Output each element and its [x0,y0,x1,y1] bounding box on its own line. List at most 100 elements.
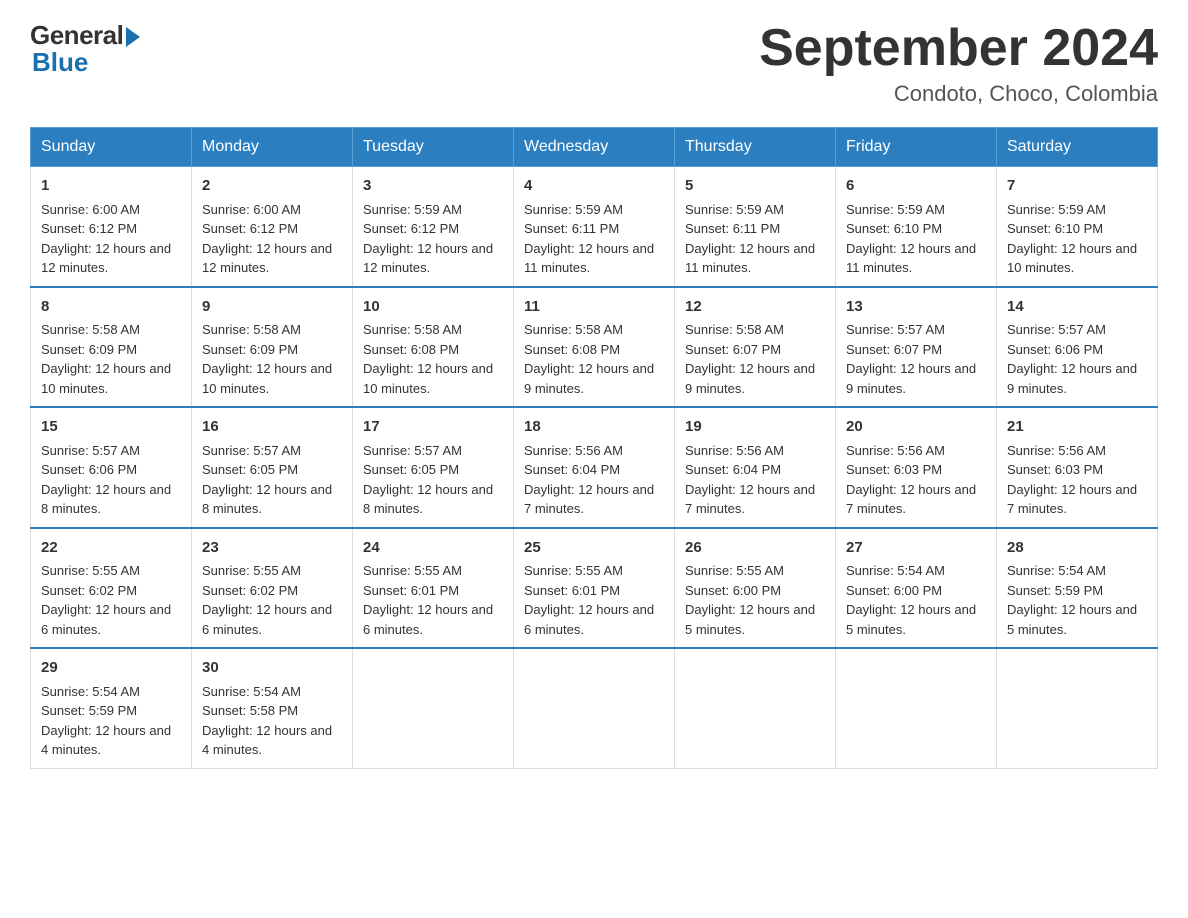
page-header: General Blue September 2024 Condoto, Cho… [30,20,1158,107]
day-number: 28 [1007,537,1147,560]
calendar-cell [836,648,997,768]
day-info: Sunrise: 5:55 AMSunset: 6:01 PMDaylight:… [363,561,503,639]
calendar-header-saturday: Saturday [997,128,1158,167]
day-number: 16 [202,416,342,439]
calendar-header-friday: Friday [836,128,997,167]
day-number: 19 [685,416,825,439]
calendar-cell: 13Sunrise: 5:57 AMSunset: 6:07 PMDayligh… [836,287,997,408]
day-number: 2 [202,175,342,198]
day-number: 9 [202,296,342,319]
day-info: Sunrise: 5:59 AMSunset: 6:11 PMDaylight:… [524,200,664,278]
calendar-cell: 18Sunrise: 5:56 AMSunset: 6:04 PMDayligh… [514,407,675,528]
day-info: Sunrise: 5:58 AMSunset: 6:09 PMDaylight:… [41,320,181,398]
day-number: 4 [524,175,664,198]
calendar-header-wednesday: Wednesday [514,128,675,167]
day-info: Sunrise: 5:54 AMSunset: 6:00 PMDaylight:… [846,561,986,639]
calendar-week-row: 1Sunrise: 6:00 AMSunset: 6:12 PMDaylight… [31,167,1158,287]
day-info: Sunrise: 5:56 AMSunset: 6:04 PMDaylight:… [524,441,664,519]
day-number: 24 [363,537,503,560]
calendar-cell: 25Sunrise: 5:55 AMSunset: 6:01 PMDayligh… [514,528,675,649]
day-number: 13 [846,296,986,319]
calendar-cell: 4Sunrise: 5:59 AMSunset: 6:11 PMDaylight… [514,167,675,287]
calendar-header-monday: Monday [192,128,353,167]
day-info: Sunrise: 5:58 AMSunset: 6:07 PMDaylight:… [685,320,825,398]
calendar-cell: 28Sunrise: 5:54 AMSunset: 5:59 PMDayligh… [997,528,1158,649]
day-number: 6 [846,175,986,198]
calendar-cell [353,648,514,768]
day-number: 5 [685,175,825,198]
calendar-cell: 14Sunrise: 5:57 AMSunset: 6:06 PMDayligh… [997,287,1158,408]
day-info: Sunrise: 5:55 AMSunset: 6:01 PMDaylight:… [524,561,664,639]
day-info: Sunrise: 5:57 AMSunset: 6:05 PMDaylight:… [363,441,503,519]
calendar-cell [997,648,1158,768]
day-number: 21 [1007,416,1147,439]
title-section: September 2024 Condoto, Choco, Colombia [759,20,1158,107]
day-info: Sunrise: 5:56 AMSunset: 6:03 PMDaylight:… [846,441,986,519]
calendar-cell: 15Sunrise: 5:57 AMSunset: 6:06 PMDayligh… [31,407,192,528]
day-info: Sunrise: 5:54 AMSunset: 5:59 PMDaylight:… [41,682,181,760]
day-number: 30 [202,657,342,680]
day-number: 12 [685,296,825,319]
day-number: 14 [1007,296,1147,319]
day-info: Sunrise: 5:59 AMSunset: 6:10 PMDaylight:… [1007,200,1147,278]
day-info: Sunrise: 6:00 AMSunset: 6:12 PMDaylight:… [202,200,342,278]
day-number: 17 [363,416,503,439]
day-number: 8 [41,296,181,319]
day-info: Sunrise: 5:56 AMSunset: 6:03 PMDaylight:… [1007,441,1147,519]
day-info: Sunrise: 5:57 AMSunset: 6:07 PMDaylight:… [846,320,986,398]
day-number: 7 [1007,175,1147,198]
day-info: Sunrise: 5:57 AMSunset: 6:05 PMDaylight:… [202,441,342,519]
calendar-week-row: 29Sunrise: 5:54 AMSunset: 5:59 PMDayligh… [31,648,1158,768]
day-number: 3 [363,175,503,198]
day-number: 29 [41,657,181,680]
day-info: Sunrise: 5:59 AMSunset: 6:10 PMDaylight:… [846,200,986,278]
calendar-cell: 30Sunrise: 5:54 AMSunset: 5:58 PMDayligh… [192,648,353,768]
calendar-cell: 10Sunrise: 5:58 AMSunset: 6:08 PMDayligh… [353,287,514,408]
calendar-cell: 23Sunrise: 5:55 AMSunset: 6:02 PMDayligh… [192,528,353,649]
day-info: Sunrise: 5:57 AMSunset: 6:06 PMDaylight:… [41,441,181,519]
calendar-cell: 20Sunrise: 5:56 AMSunset: 6:03 PMDayligh… [836,407,997,528]
day-number: 22 [41,537,181,560]
logo: General Blue [30,20,140,78]
month-title: September 2024 [759,20,1158,77]
day-number: 1 [41,175,181,198]
calendar-cell [514,648,675,768]
calendar-cell: 8Sunrise: 5:58 AMSunset: 6:09 PMDaylight… [31,287,192,408]
calendar-header-thursday: Thursday [675,128,836,167]
day-number: 27 [846,537,986,560]
day-info: Sunrise: 6:00 AMSunset: 6:12 PMDaylight:… [41,200,181,278]
day-info: Sunrise: 5:55 AMSunset: 6:00 PMDaylight:… [685,561,825,639]
location-subtitle: Condoto, Choco, Colombia [759,81,1158,107]
calendar-week-row: 8Sunrise: 5:58 AMSunset: 6:09 PMDaylight… [31,287,1158,408]
calendar-header-row: SundayMondayTuesdayWednesdayThursdayFrid… [31,128,1158,167]
day-number: 18 [524,416,664,439]
day-info: Sunrise: 5:54 AMSunset: 5:58 PMDaylight:… [202,682,342,760]
day-info: Sunrise: 5:55 AMSunset: 6:02 PMDaylight:… [41,561,181,639]
calendar-cell: 16Sunrise: 5:57 AMSunset: 6:05 PMDayligh… [192,407,353,528]
day-info: Sunrise: 5:57 AMSunset: 6:06 PMDaylight:… [1007,320,1147,398]
day-number: 23 [202,537,342,560]
day-number: 10 [363,296,503,319]
day-info: Sunrise: 5:56 AMSunset: 6:04 PMDaylight:… [685,441,825,519]
calendar-cell: 12Sunrise: 5:58 AMSunset: 6:07 PMDayligh… [675,287,836,408]
calendar-cell: 19Sunrise: 5:56 AMSunset: 6:04 PMDayligh… [675,407,836,528]
day-info: Sunrise: 5:59 AMSunset: 6:12 PMDaylight:… [363,200,503,278]
calendar-week-row: 15Sunrise: 5:57 AMSunset: 6:06 PMDayligh… [31,407,1158,528]
day-number: 20 [846,416,986,439]
logo-blue-text: Blue [32,47,88,78]
day-info: Sunrise: 5:58 AMSunset: 6:09 PMDaylight:… [202,320,342,398]
calendar-cell: 9Sunrise: 5:58 AMSunset: 6:09 PMDaylight… [192,287,353,408]
calendar-cell: 21Sunrise: 5:56 AMSunset: 6:03 PMDayligh… [997,407,1158,528]
day-number: 26 [685,537,825,560]
calendar-cell: 29Sunrise: 5:54 AMSunset: 5:59 PMDayligh… [31,648,192,768]
day-info: Sunrise: 5:58 AMSunset: 6:08 PMDaylight:… [524,320,664,398]
calendar-cell: 6Sunrise: 5:59 AMSunset: 6:10 PMDaylight… [836,167,997,287]
calendar-week-row: 22Sunrise: 5:55 AMSunset: 6:02 PMDayligh… [31,528,1158,649]
day-info: Sunrise: 5:54 AMSunset: 5:59 PMDaylight:… [1007,561,1147,639]
calendar-cell: 17Sunrise: 5:57 AMSunset: 6:05 PMDayligh… [353,407,514,528]
calendar-cell: 24Sunrise: 5:55 AMSunset: 6:01 PMDayligh… [353,528,514,649]
calendar-cell [675,648,836,768]
day-info: Sunrise: 5:58 AMSunset: 6:08 PMDaylight:… [363,320,503,398]
calendar-cell: 2Sunrise: 6:00 AMSunset: 6:12 PMDaylight… [192,167,353,287]
day-info: Sunrise: 5:59 AMSunset: 6:11 PMDaylight:… [685,200,825,278]
